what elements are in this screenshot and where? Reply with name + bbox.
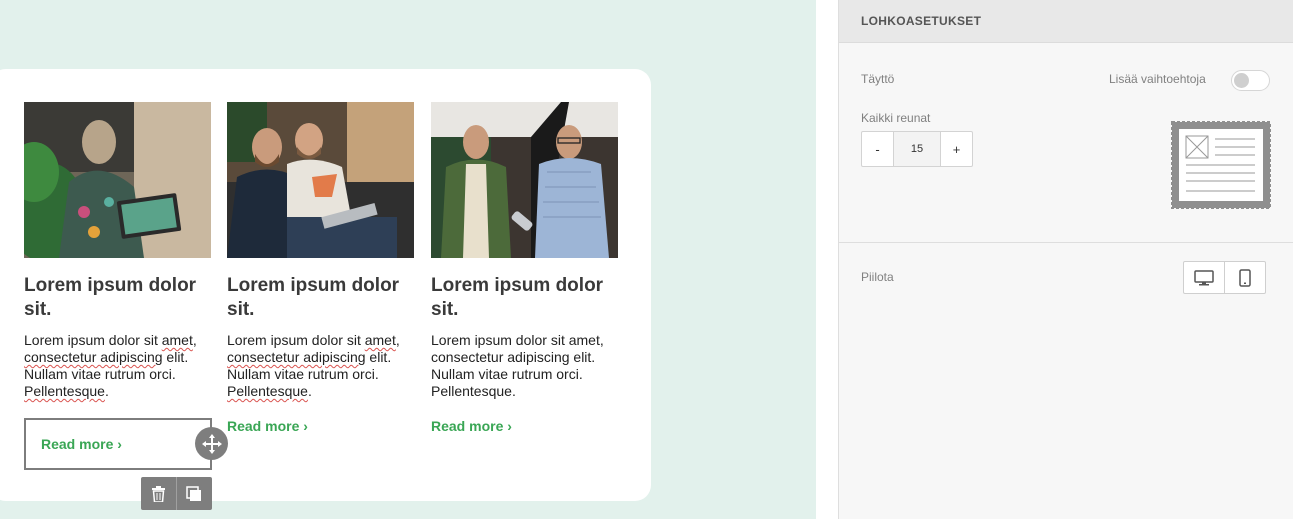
read-more-link-2[interactable]: Read more › (227, 418, 414, 434)
section-divider (839, 242, 1293, 243)
trash-icon[interactable] (141, 477, 176, 510)
panel-header: LOHKOASETUKSET (839, 0, 1293, 43)
read-more-link-3[interactable]: Read more › (431, 418, 618, 434)
article-column-2: Lorem ipsum dolor sit. Lorem ipsum dolor… (227, 102, 414, 434)
article-image-2[interactable] (227, 102, 414, 258)
hide-label: Piilota (861, 270, 894, 284)
more-options-label: Lisää vaihtoehtoja (1109, 72, 1206, 86)
decrement-button[interactable]: - (862, 132, 893, 166)
desktop-icon[interactable] (1184, 262, 1224, 293)
padding-preview-icon (1171, 121, 1271, 209)
block-settings-panel: LOHKOASETUKSET Täyttö Lisää vaihtoehtoja… (838, 0, 1293, 519)
increment-button[interactable]: + (941, 132, 972, 166)
hide-device-toggle (1183, 261, 1266, 294)
duplicate-icon[interactable] (176, 477, 211, 510)
editor-canvas: Lorem ipsum dolor sit. Lorem ipsum dolor… (0, 0, 816, 519)
more-options-toggle[interactable] (1231, 70, 1270, 91)
padding-stepper: - 15 + (861, 131, 973, 167)
article-text-2: Lorem ipsum dolor sit amet, consectetur … (227, 332, 400, 399)
all-edges-label: Kaikki reunat (861, 111, 931, 125)
block-toolbar (141, 477, 212, 510)
article-image-3[interactable] (431, 102, 618, 258)
article-title-2: Lorem ipsum dolor sit. (227, 275, 400, 320)
toggle-knob (1234, 73, 1249, 88)
article-image-1[interactable] (24, 102, 211, 258)
padding-value-input[interactable]: 15 (893, 132, 941, 166)
article-column-1: Lorem ipsum dolor sit. Lorem ipsum dolor… (24, 102, 211, 400)
move-icon[interactable] (195, 427, 228, 460)
article-title-1: Lorem ipsum dolor sit. (24, 275, 197, 320)
padding-label: Täyttö (861, 72, 895, 86)
read-more-link-1[interactable]: Read more › (41, 436, 122, 452)
article-column-3: Lorem ipsum dolor sit. Lorem ipsum dolor… (431, 102, 618, 434)
mobile-icon[interactable] (1224, 262, 1265, 293)
article-text-3: Lorem ipsum dolor sit amet, consectetur … (431, 332, 604, 399)
selected-read-more-block[interactable]: Read more › (24, 418, 212, 470)
article-title-3: Lorem ipsum dolor sit. (431, 275, 604, 320)
panel-gutter (816, 0, 838, 519)
article-text-1: Lorem ipsum dolor sit amet, consectetur … (24, 332, 197, 399)
